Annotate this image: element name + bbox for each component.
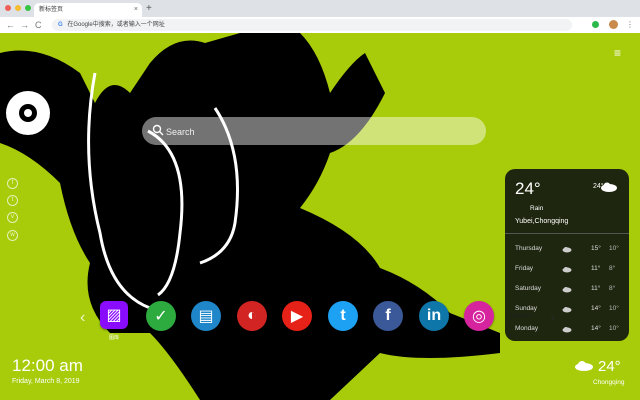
hamburger-menu-icon[interactable]: ≡ [614, 47, 621, 59]
tab-title: 新标签页 [39, 7, 64, 13]
forecast-day: Sunday [515, 305, 538, 312]
forecast-high: 15° [591, 245, 601, 252]
forecast-low: 10° [609, 305, 619, 312]
new-tab-page: ≡ f t v w ‹ ▨ 图库 ✓ ▤ ◐ ▶ t f in ◎ amazon… [0, 33, 640, 400]
cloud-icon [575, 361, 593, 371]
check-app-icon[interactable]: ✓ [146, 301, 176, 331]
extension-icon[interactable] [592, 21, 599, 28]
forecast-day: Saturday [515, 285, 542, 292]
wechat-icon[interactable]: w [7, 230, 18, 241]
weather-widget-city: Chongqing [593, 379, 625, 386]
weather-widget-temp[interactable]: 24° [598, 358, 621, 375]
forecast-low: 8° [609, 265, 616, 272]
forecast-low: 8° [609, 285, 616, 292]
gallery-app-icon[interactable]: ▨ [100, 301, 128, 329]
cloud-icon [562, 327, 572, 333]
facebook-icon[interactable]: f [7, 178, 18, 189]
forecast-day: Monday [515, 325, 539, 332]
forecast-day: Friday [515, 265, 534, 272]
dock-prev-arrow[interactable]: ‹ [80, 309, 85, 327]
weather-current-temp: 24° [515, 179, 541, 198]
clock-date: Friday, March 8, 2019 [12, 378, 80, 385]
forecast-row: Friday 11° 8° [505, 262, 629, 278]
new-tab-button[interactable]: + [146, 3, 152, 15]
cloud-icon [562, 307, 572, 313]
maximize-window-button[interactable] [25, 5, 31, 11]
gallery-app-label: 图库 [108, 335, 119, 341]
vine-icon[interactable]: v [7, 212, 18, 223]
close-window-button[interactable] [5, 5, 11, 11]
weather-panel: 24° 24° Rain Yubei,Chongqing Thursday 15… [505, 169, 629, 341]
forecast-day: Thursday [515, 245, 543, 252]
notes-app-icon[interactable]: ▤ [191, 301, 221, 331]
cloud-icon [562, 267, 572, 273]
forecast-row: Monday 14° 10° [505, 322, 629, 338]
cloud-icon [562, 247, 572, 253]
omnibox-text: 在Google中搜索，或者输入一个网址 [67, 22, 165, 28]
youtube-app-icon[interactable]: ▶ [282, 301, 312, 331]
forecast-row: Sunday 14° 10° [505, 302, 629, 318]
search-box[interactable] [142, 117, 486, 147]
google-icon: G [58, 22, 63, 28]
weather-location: Yubei,Chongqing [515, 218, 569, 225]
forecast-row: Saturday 11° 8° [505, 282, 629, 298]
facebook-app-icon[interactable]: f [373, 301, 403, 331]
weather-divider [505, 233, 629, 234]
cloud-icon [562, 287, 572, 293]
twitter-icon[interactable]: t [7, 195, 18, 206]
minimize-window-button[interactable] [15, 5, 21, 11]
forecast-high: 14° [591, 325, 601, 332]
forecast-high: 11° [591, 265, 601, 272]
browser-menu-icon[interactable]: ⋮ [626, 19, 634, 31]
forecast-high: 11° [591, 285, 601, 292]
forward-button[interactable]: → [20, 19, 29, 31]
twitter-app-icon[interactable]: t [328, 301, 358, 331]
profile-avatar[interactable] [609, 20, 618, 29]
forecast-low: 10° [609, 325, 619, 332]
cloud-icon [601, 182, 617, 192]
window-controls [5, 5, 31, 11]
omnibox[interactable]: G 在Google中搜索，或者输入一个网址 [52, 19, 572, 31]
linkedin-app-icon[interactable]: in [419, 301, 449, 331]
forecast-low: 10° [609, 245, 619, 252]
clock-time: 12:00 am [12, 356, 83, 375]
forecast-row: Thursday 15° 10° [505, 242, 629, 258]
weather-condition: Rain [530, 205, 544, 212]
back-button[interactable]: ← [6, 19, 15, 31]
tab-strip: 新标签页 × + [0, 0, 640, 17]
browser-tab[interactable]: 新标签页 × [34, 3, 142, 17]
forecast-high: 14° [591, 305, 601, 312]
search-input[interactable] [164, 117, 478, 147]
reload-button[interactable]: C [35, 19, 42, 31]
address-bar-row: ← → C G 在Google中搜索，或者输入一个网址 ⋮ [0, 17, 640, 34]
tab-close-icon[interactable]: × [134, 3, 138, 17]
instagram-app-icon[interactable]: ◎ [464, 301, 494, 331]
chrome-store-app-icon[interactable]: ◐ [237, 301, 267, 331]
